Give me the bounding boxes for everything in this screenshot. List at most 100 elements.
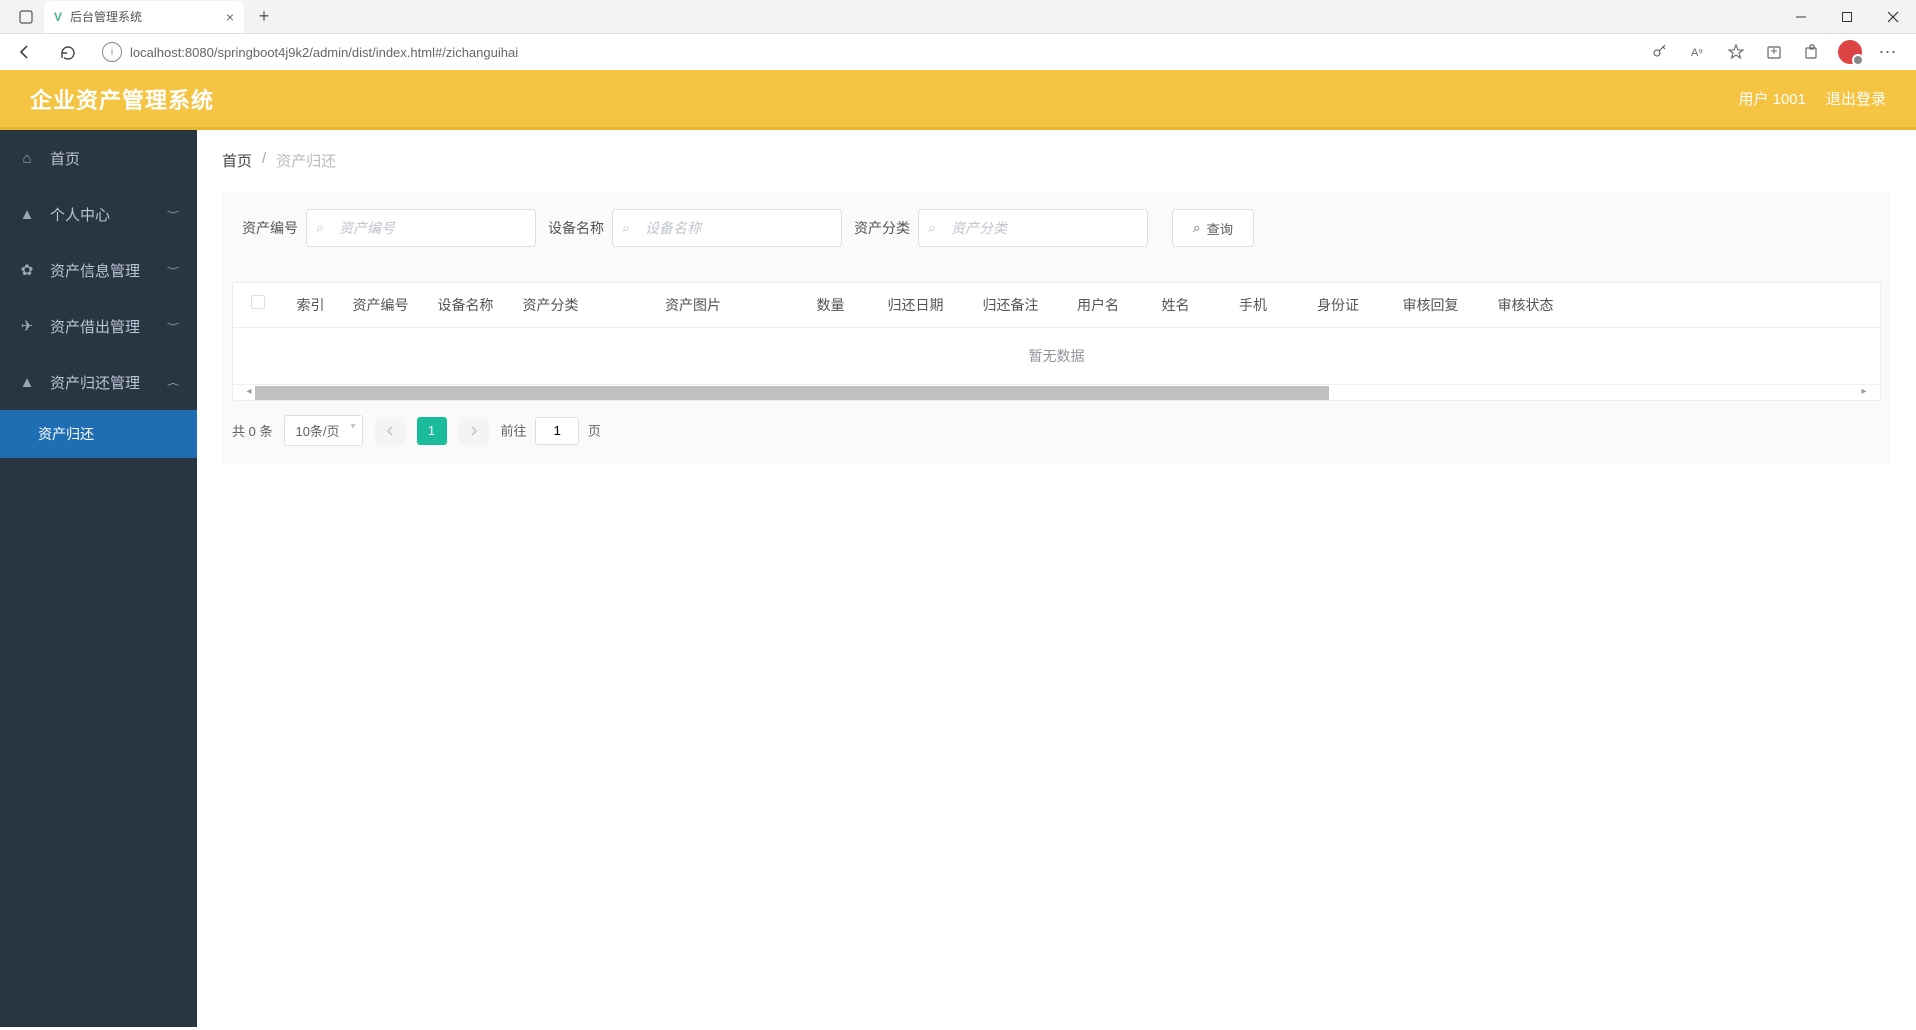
main-content: 首页 / 资产归还 资产编号 ⌕ 设备名称 ⌕ — [197, 130, 1916, 1027]
scroll-right-arrow[interactable]: ▸ — [1858, 386, 1870, 400]
url-text: localhost:8080/springboot4j9k2/admin/dis… — [130, 45, 518, 60]
page-jump: 前往 页 — [501, 417, 601, 445]
scroll-left-arrow[interactable]: ◂ — [243, 386, 255, 400]
table-col: 索引 — [283, 283, 338, 327]
chevron-down-icon: ﹀ — [167, 209, 179, 219]
breadcrumb-home[interactable]: 首页 — [222, 150, 252, 171]
maximize-button[interactable] — [1824, 0, 1870, 34]
search-icon: ⌕ — [1193, 220, 1200, 236]
scrollbar-thumb[interactable] — [255, 386, 1329, 400]
search-icon: ⌕ — [928, 220, 936, 237]
page-number-current[interactable]: 1 — [417, 417, 447, 445]
sidebar-item-label: 资产归还管理 — [50, 372, 140, 393]
close-window-button[interactable] — [1870, 0, 1916, 34]
sidebar-item-asset-lend[interactable]: ✈ 资产借出管理 ﹀ — [0, 298, 197, 354]
user-icon: ▲ — [18, 206, 36, 223]
sidebar-item-label: 个人中心 — [50, 204, 110, 225]
search-bar: 资产编号 ⌕ 设备名称 ⌕ 资产分类 ⌕ — [222, 209, 1891, 247]
query-button-label: 查询 — [1206, 219, 1233, 238]
send-icon: ✈ — [18, 317, 36, 335]
prev-page-button[interactable] — [375, 417, 405, 445]
query-button[interactable]: ⌕ 查询 — [1172, 209, 1254, 247]
vue-icon: V — [54, 10, 62, 24]
address-bar[interactable]: i localhost:8080/springboot4j9k2/admin/d… — [94, 38, 1636, 66]
browser-toolbar: i localhost:8080/springboot4j9k2/admin/d… — [0, 34, 1916, 70]
table-col: 资产编号 — [338, 283, 423, 327]
table-col: 设备名称 — [423, 283, 508, 327]
site-info-icon[interactable]: i — [102, 42, 122, 62]
table-col: 审核回复 — [1383, 283, 1478, 327]
home-icon: ⌂ — [18, 150, 36, 167]
total-count: 共 0 条 — [232, 421, 272, 440]
pagination: 共 0 条 10条/页 1 前往 页 — [222, 401, 1891, 446]
key-icon[interactable] — [1648, 40, 1672, 64]
asset-no-input[interactable] — [306, 209, 536, 247]
more-menu-icon[interactable]: ⋯ — [1876, 40, 1900, 64]
tab-title: 后台管理系统 — [70, 8, 142, 25]
content-card: 资产编号 ⌕ 设备名称 ⌕ 资产分类 ⌕ — [222, 191, 1891, 464]
refresh-button[interactable] — [52, 37, 82, 67]
search-label-asset-category: 资产分类 — [854, 218, 910, 238]
tab-list-icon[interactable] — [12, 3, 40, 31]
svg-text:A⁹: A⁹ — [1691, 47, 1703, 59]
user-label[interactable]: 用户 1001 — [1738, 88, 1806, 109]
table-empty-text: 暂无数据 — [233, 328, 1880, 384]
profile-avatar[interactable] — [1838, 40, 1862, 64]
table-col: 用户名 — [1058, 283, 1138, 327]
app-title: 企业资产管理系统 — [30, 83, 214, 115]
table-col: 手机 — [1213, 283, 1293, 327]
jump-suffix: 页 — [588, 423, 601, 438]
favorites-icon[interactable] — [1724, 40, 1748, 64]
user-icon: ▲ — [18, 374, 36, 391]
sidebar-item-label: 资产借出管理 — [50, 316, 140, 337]
new-tab-button[interactable]: + — [250, 3, 278, 31]
browser-tab-bar: V 后台管理系统 × + — [0, 0, 1916, 34]
table-col: 姓名 — [1138, 283, 1213, 327]
horizontal-scrollbar[interactable]: ◂ ▸ — [233, 384, 1880, 400]
breadcrumb-separator: / — [262, 150, 266, 171]
chevron-up-icon: ︿ — [167, 377, 179, 387]
read-aloud-icon[interactable]: A⁹ — [1686, 40, 1710, 64]
collections-icon[interactable] — [1762, 40, 1786, 64]
next-page-button[interactable] — [459, 417, 489, 445]
asset-category-input[interactable] — [918, 209, 1148, 247]
search-label-asset-no: 资产编号 — [242, 218, 298, 238]
jump-prefix: 前往 — [501, 423, 527, 438]
data-table: 索引 资产编号 设备名称 资产分类 资产图片 数量 归还日期 归还备注 用户名 … — [232, 282, 1881, 401]
minimize-button[interactable] — [1778, 0, 1824, 34]
breadcrumb-current: 资产归还 — [276, 150, 336, 171]
logout-link[interactable]: 退出登录 — [1826, 88, 1886, 109]
back-button[interactable] — [10, 37, 40, 67]
table-col: 资产分类 — [508, 283, 593, 327]
device-name-input[interactable] — [612, 209, 842, 247]
sidebar-item-asset-return[interactable]: ▲ 资产归还管理 ︿ — [0, 354, 197, 410]
page-size-select[interactable]: 10条/页 — [284, 415, 362, 446]
sidebar-item-label: 资产信息管理 — [50, 260, 140, 281]
gear-icon: ✿ — [18, 261, 36, 279]
sidebar-item-profile[interactable]: ▲ 个人中心 ﹀ — [0, 186, 197, 242]
table-header: 索引 资产编号 设备名称 资产分类 资产图片 数量 归还日期 归还备注 用户名 … — [233, 283, 1880, 328]
sidebar-subitem-label: 资产归还 — [38, 424, 94, 444]
sidebar-subitem-asset-return[interactable]: 资产归还 — [0, 410, 197, 458]
sidebar-item-asset-info[interactable]: ✿ 资产信息管理 ﹀ — [0, 242, 197, 298]
table-col: 资产图片 — [593, 283, 793, 327]
select-all-checkbox[interactable] — [233, 283, 283, 327]
search-icon: ⌕ — [316, 220, 324, 237]
table-col: 归还日期 — [868, 283, 963, 327]
close-tab-icon[interactable]: × — [226, 9, 234, 25]
breadcrumb: 首页 / 资产归还 — [222, 150, 1891, 171]
jump-page-input[interactable] — [535, 417, 579, 445]
search-label-device-name: 设备名称 — [548, 218, 604, 238]
table-col: 数量 — [793, 283, 868, 327]
app-header: 企业资产管理系统 用户 1001 退出登录 — [0, 70, 1916, 130]
table-col: 归还备注 — [963, 283, 1058, 327]
extensions-icon[interactable] — [1800, 40, 1824, 64]
search-icon: ⌕ — [622, 220, 630, 237]
sidebar-item-label: 首页 — [50, 148, 80, 169]
chevron-down-icon: ﹀ — [167, 265, 179, 275]
sidebar-item-home[interactable]: ⌂ 首页 — [0, 130, 197, 186]
browser-tab[interactable]: V 后台管理系统 × — [44, 1, 244, 33]
table-col: 身份证 — [1293, 283, 1383, 327]
sidebar: ⌂ 首页 ▲ 个人中心 ﹀ ✿ 资产信息管理 ﹀ ✈ 资产借出管理 ﹀ ▲ 资产… — [0, 130, 197, 1027]
chevron-down-icon: ﹀ — [167, 321, 179, 331]
